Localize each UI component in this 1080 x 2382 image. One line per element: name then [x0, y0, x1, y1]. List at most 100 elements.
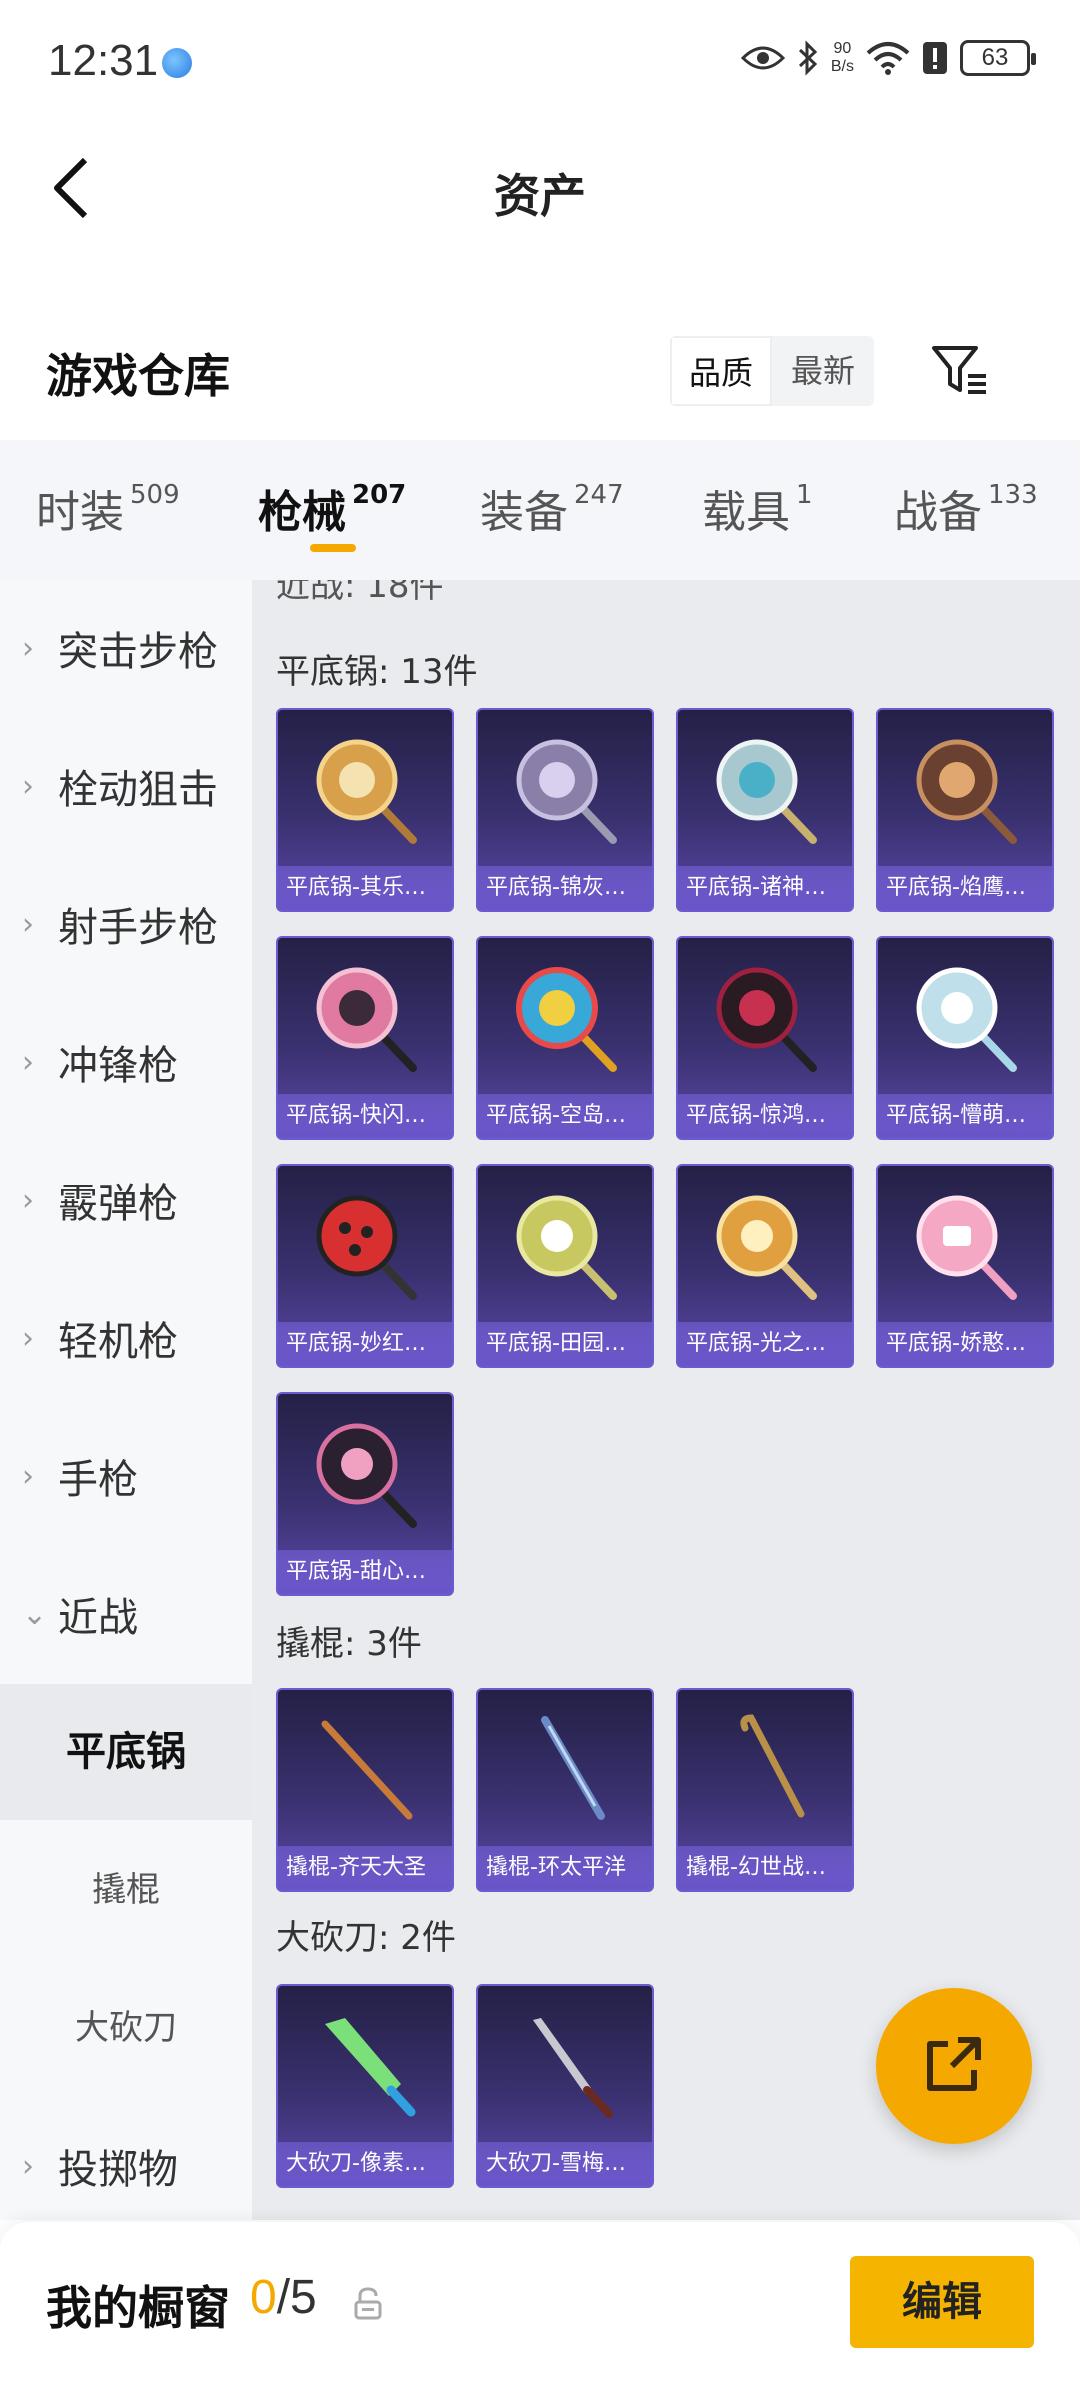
- pan-icon: [278, 1166, 452, 1322]
- category-tabs: 时装 509 枪械 207 装备 247 载具 1 战备 133: [0, 440, 1080, 580]
- item-card[interactable]: 平底锅-光之…: [676, 1164, 854, 1368]
- pan-icon: [678, 1166, 852, 1322]
- sidebar-item-label: 霰弹枪: [58, 1181, 178, 1227]
- item-name: 大砍刀-雪梅…: [478, 2142, 652, 2186]
- item-card[interactable]: 平底锅-甜心…: [276, 1392, 454, 1596]
- item-card[interactable]: 撬棍-齐天大圣: [276, 1688, 454, 1892]
- sidebar-subitem-pan[interactable]: 平底锅: [0, 1684, 252, 1820]
- item-card[interactable]: 平底锅-空岛…: [476, 936, 654, 1140]
- status-icons: 90 B/s 63: [740, 38, 1036, 78]
- item-card[interactable]: 大砍刀-像素…: [276, 1984, 454, 2188]
- item-name: 平底锅-娇憨…: [878, 1322, 1052, 1366]
- item-card[interactable]: 平底锅-焰鹰…: [876, 708, 1054, 912]
- item-name: 平底锅-诸神…: [678, 866, 852, 910]
- sidebar-subitem-machete[interactable]: 大砍刀: [0, 1960, 252, 2096]
- item-card[interactable]: 大砍刀-雪梅…: [476, 1984, 654, 2188]
- sidebar-item-pistol[interactable]: › 手枪: [0, 1408, 252, 1544]
- filter-button[interactable]: [920, 332, 1000, 412]
- tab-equipment[interactable]: 装备 247: [480, 476, 624, 540]
- weapon-type-sidebar: › 突击步枪 › 栓动狙击 › 射手步枪 › 冲锋枪 › 霰弹枪 › 轻机枪 › 手枪 ⌄ 近战…: [0, 580, 252, 2220]
- wifi-icon: [866, 38, 910, 78]
- tab-active-indicator: [310, 544, 356, 552]
- tab-label: 时装: [36, 487, 124, 538]
- item-card[interactable]: 平底锅-锦灰…: [476, 708, 654, 912]
- chevron-right-icon: ›: [22, 1320, 34, 1356]
- tab-fashion[interactable]: 时装 509: [36, 476, 180, 540]
- page-title: 资产: [494, 169, 586, 223]
- sidebar-item-assault-rifle[interactable]: › 突击步枪: [0, 580, 252, 716]
- tab-firearms[interactable]: 枪械 207: [258, 476, 406, 540]
- tab-count: 247: [574, 480, 624, 510]
- sidebar-item-lmg[interactable]: › 轻机枪: [0, 1270, 252, 1406]
- item-name: 平底锅-惊鸿…: [678, 1094, 852, 1138]
- section-title: 大砍刀: 2件: [276, 1918, 456, 1958]
- tab-vehicles[interactable]: 载具 1: [702, 476, 813, 540]
- machete-icon: [478, 1986, 652, 2142]
- sort-newest-button[interactable]: 最新: [772, 336, 874, 406]
- tab-count: 1: [796, 480, 813, 510]
- item-name: 平底锅-焰鹰…: [878, 866, 1052, 910]
- sidebar-item-label: 轻机枪: [58, 1319, 178, 1365]
- share-button[interactable]: [876, 1988, 1032, 2144]
- crowbar-icon: [278, 1690, 452, 1846]
- item-card[interactable]: 平底锅-妙红…: [276, 1164, 454, 1368]
- item-card[interactable]: 撬棍-幻世战…: [676, 1688, 854, 1892]
- item-name: 撬棍-齐天大圣: [278, 1846, 452, 1890]
- showcase-count: 0/5: [250, 2270, 317, 2325]
- item-card[interactable]: 平底锅-田园…: [476, 1164, 654, 1368]
- item-card[interactable]: 撬棍-环太平洋: [476, 1688, 654, 1892]
- pan-icon: [878, 938, 1052, 1094]
- tab-supplies[interactable]: 战备 133: [894, 476, 1038, 540]
- sidebar-item-smg[interactable]: › 冲锋枪: [0, 994, 252, 1130]
- item-card[interactable]: 平底锅-诸神…: [676, 708, 854, 912]
- section-title: 平底锅: 13件: [276, 652, 478, 692]
- item-card[interactable]: 平底锅-惊鸿…: [676, 936, 854, 1140]
- sidebar-item-label: 突击步枪: [58, 629, 218, 675]
- tab-label: 载具: [702, 487, 790, 538]
- sidebar-subitem-crowbar[interactable]: 撬棍: [0, 1822, 252, 1958]
- edit-button[interactable]: 编辑: [850, 2256, 1034, 2348]
- chevron-right-icon: ›: [22, 1182, 34, 1218]
- filter-icon: [930, 342, 990, 402]
- sort-toggle: 品质 最新: [670, 336, 874, 406]
- item-grid-panel: 近战: 18件 平底锅: 13件 平底锅-其乐… 平底锅-锦灰… 平底锅-诸神……: [252, 580, 1080, 2220]
- showcase-title: 我的橱窗: [46, 2281, 230, 2335]
- eye-icon: [740, 38, 785, 78]
- crowbar-icon: [478, 1690, 652, 1846]
- sort-quality-button[interactable]: 品质: [670, 336, 772, 406]
- item-card[interactable]: 平底锅-快闪…: [276, 936, 454, 1140]
- item-name: 平底锅-空岛…: [478, 1094, 652, 1138]
- item-name: 撬棍-环太平洋: [478, 1846, 652, 1890]
- net-speed-value: 90: [833, 40, 852, 57]
- pan-icon: [878, 710, 1052, 866]
- item-name: 平底锅-快闪…: [278, 1094, 452, 1138]
- chevron-right-icon: ›: [22, 1044, 34, 1080]
- pan-icon: [678, 938, 852, 1094]
- sidebar-item-label: 射手步枪: [58, 905, 218, 951]
- chevron-right-icon: ›: [22, 1458, 34, 1494]
- sidebar-item-label: 手枪: [58, 1457, 138, 1503]
- item-name: 平底锅-光之…: [678, 1322, 852, 1366]
- sidebar-item-bolt-sniper[interactable]: › 栓动狙击: [0, 718, 252, 854]
- chevron-right-icon: ›: [22, 906, 34, 942]
- pan-icon: [278, 938, 452, 1094]
- chevron-right-icon: ›: [22, 768, 34, 804]
- pan-icon: [678, 710, 852, 866]
- section-title: 撬棍: 3件: [276, 1624, 422, 1664]
- status-bar: 12:31 90 B/s 63: [0, 0, 1080, 120]
- item-name: 平底锅-甜心…: [278, 1550, 452, 1594]
- lock-icon: [352, 2286, 384, 2322]
- app-notification-icon: [162, 48, 192, 78]
- sidebar-item-shotgun[interactable]: › 霰弹枪: [0, 1132, 252, 1268]
- warehouse-header: 游戏仓库 品质 最新: [0, 320, 1080, 420]
- warehouse-title: 游戏仓库: [46, 349, 230, 403]
- pan-icon: [278, 710, 452, 866]
- sidebar-item-melee[interactable]: ⌄ 近战: [0, 1546, 252, 1682]
- pan-icon: [478, 938, 652, 1094]
- share-external-icon: [922, 2032, 986, 2100]
- sidebar-item-throwables[interactable]: › 投掷物: [0, 2098, 252, 2234]
- item-card[interactable]: 平底锅-娇憨…: [876, 1164, 1054, 1368]
- sidebar-item-marksman-rifle[interactable]: › 射手步枪: [0, 856, 252, 992]
- item-card[interactable]: 平底锅-其乐…: [276, 708, 454, 912]
- item-card[interactable]: 平底锅-懵萌…: [876, 936, 1054, 1140]
